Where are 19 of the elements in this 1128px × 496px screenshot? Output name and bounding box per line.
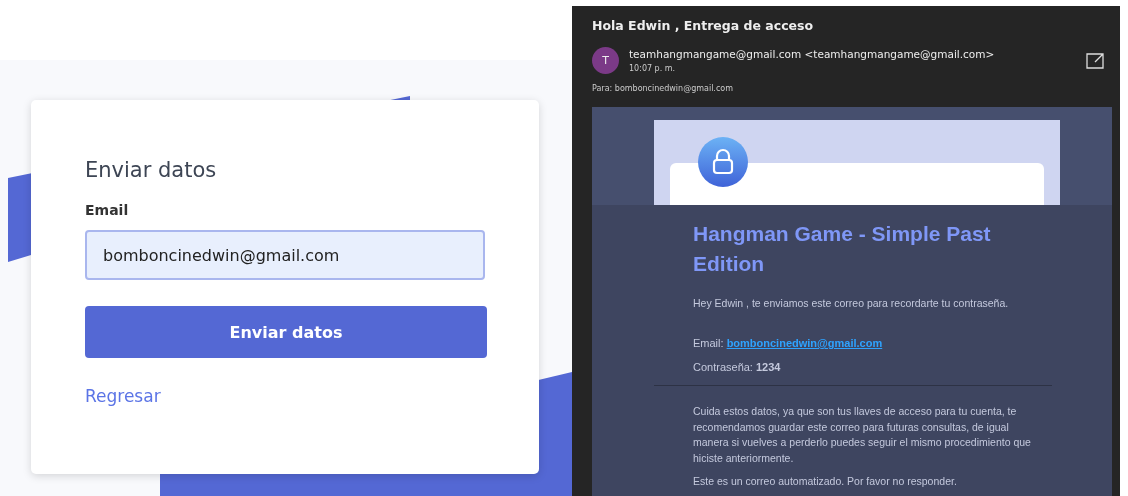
email-subject: Hola Edwin , Entrega de acceso xyxy=(592,18,815,33)
sender-avatar: T xyxy=(592,47,619,74)
lock-icon xyxy=(698,137,748,187)
open-in-window-icon[interactable] xyxy=(1086,52,1104,69)
form-title: Enviar datos xyxy=(85,158,217,182)
advice-paragraph: Cuida estos datos, ya que son tus llaves de acceso para tu cuenta, te recomendamos guardar este correo para futuras consultas, de igual manera si vuelves a perderlo puedes seguir el mismo procedimiento que hiciste anteriormente. xyxy=(693,404,1032,466)
email-line: Email: bomboncinedwin@gmail.com xyxy=(693,337,884,349)
game-title: Hangman Game - Simple Past Edition xyxy=(693,221,992,277)
intro-text: Hey Edwin , te enviamos este correo para recordarte tu contraseña. xyxy=(693,297,1010,309)
password-line: Contraseña: 1234 xyxy=(693,361,782,373)
email-link[interactable]: bomboncinedwin@gmail.com xyxy=(726,337,883,349)
footer-note: Este es un correo automatizado. Por favor no responder. xyxy=(693,474,958,489)
email-label: Email xyxy=(85,202,129,218)
email-time: 10:07 p. m. xyxy=(629,64,677,73)
sender-address: teamhangmangame@gmail.com <teamhangmangame@gmail.com> xyxy=(629,48,996,60)
submit-button[interactable]: Enviar datos xyxy=(85,306,487,358)
recipient-line: Para: bomboncinedwin@gmail.com xyxy=(592,84,734,93)
email-input[interactable]: bomboncinedwin@gmail.com xyxy=(85,230,485,280)
back-link[interactable]: Regresar xyxy=(85,386,161,406)
